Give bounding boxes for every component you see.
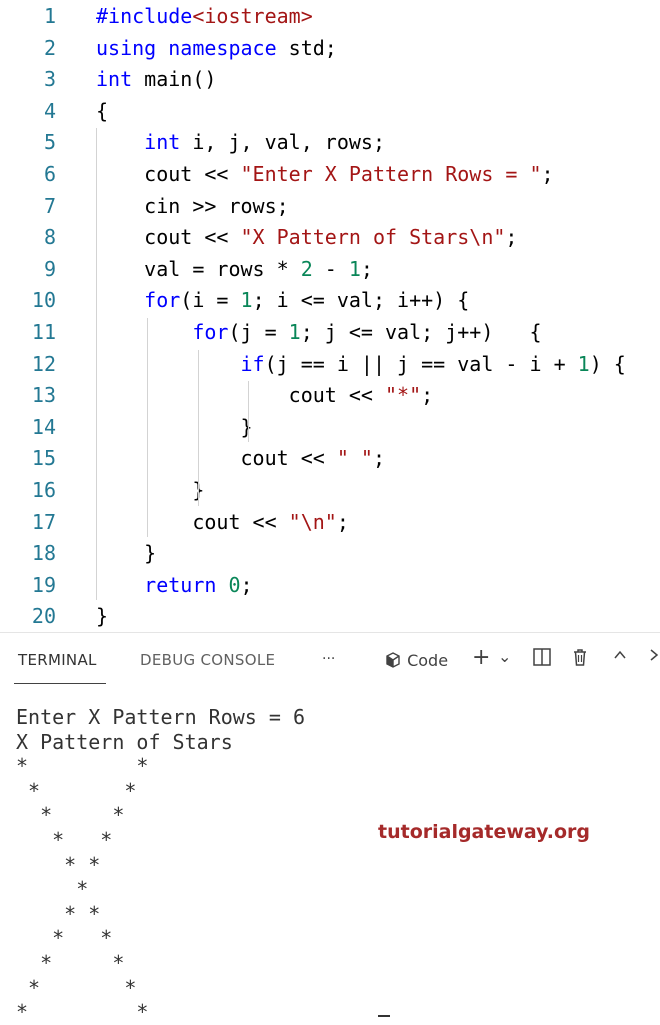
code-text: int main() bbox=[96, 67, 217, 92]
code-line[interactable]: 13 cout << "*"; bbox=[0, 379, 660, 411]
line-number: 1 bbox=[43, 4, 56, 28]
indent-guide bbox=[248, 381, 250, 443]
code-line[interactable]: 5 int i, j, val, rows; bbox=[0, 126, 660, 158]
code-text: for(i = 1; i <= val; i++) { bbox=[144, 288, 470, 313]
line-number: 20 bbox=[31, 604, 56, 629]
terminal-line: * * bbox=[16, 1000, 149, 1025]
code-line[interactable]: 20} bbox=[0, 600, 660, 632]
terminal-line: * * bbox=[16, 901, 101, 926]
line-number: 7 bbox=[43, 193, 56, 218]
terminal-line: * * bbox=[16, 975, 137, 1000]
watermark: tutorialgateway.org bbox=[378, 821, 591, 843]
line-number: 17 bbox=[31, 509, 56, 534]
code-line[interactable]: 18 } bbox=[0, 537, 660, 569]
code-text: cout << " "; bbox=[96, 446, 385, 471]
code-text: } bbox=[96, 541, 157, 566]
line-number: 6 bbox=[43, 162, 56, 186]
code-text: using namespace std; bbox=[96, 35, 337, 60]
terminal-profile-button[interactable]: Code bbox=[384, 651, 448, 670]
active-tab-indicator bbox=[14, 683, 106, 684]
code-line[interactable]: 8 cout << "X Pattern of Stars\n"; bbox=[0, 221, 660, 253]
terminal-line: * * bbox=[16, 827, 113, 852]
code-text: cin >> rows; bbox=[96, 193, 289, 218]
code-line[interactable]: 2 using namespace std; bbox=[0, 32, 660, 64]
line-number: 13 bbox=[31, 383, 56, 408]
terminal-line: * * bbox=[16, 803, 125, 828]
code-line[interactable]: 7 cin >> rows; bbox=[0, 190, 660, 222]
line-number: 10 bbox=[31, 288, 56, 313]
terminal-line: * * bbox=[16, 926, 113, 951]
code-line[interactable]: 17 cout << "\n"; bbox=[0, 506, 660, 538]
terminal-output[interactable]: Enter X Pattern Rows = 6X Pattern of Sta… bbox=[16, 705, 305, 1025]
code-text: for(j = 1; j <= val; j++) { bbox=[192, 320, 542, 344]
cube-icon bbox=[386, 652, 400, 668]
line-number: 14 bbox=[31, 414, 56, 439]
code-line[interactable]: 14 } bbox=[0, 411, 660, 443]
terminal-line: Enter X Pattern Rows = 6 bbox=[16, 705, 305, 729]
indent-guide bbox=[146, 318, 148, 538]
terminal-panel: TERMINAL DEBUG CONSOLE ··· Code + ⌄ Ente… bbox=[0, 632, 660, 1025]
code-text: int i, j, val, rows; bbox=[144, 130, 385, 155]
code-text: { bbox=[96, 98, 109, 123]
line-number: 4 bbox=[43, 98, 56, 123]
line-number: 2 bbox=[43, 35, 56, 60]
chevron-down-icon[interactable]: ⌄ bbox=[498, 647, 511, 666]
code-line[interactable]: 12 if(j == i || j == val - i + 1) { bbox=[0, 348, 660, 380]
indent-guide bbox=[197, 349, 199, 506]
indent-guide bbox=[96, 128, 97, 601]
more-icon[interactable]: ··· bbox=[322, 651, 335, 667]
code-text: val = rows * 2 - 1; bbox=[96, 256, 373, 281]
code-line[interactable]: 4{ bbox=[0, 95, 660, 127]
new-terminal-icon[interactable]: + bbox=[472, 645, 490, 670]
close-panel-icon[interactable] bbox=[648, 647, 660, 668]
line-number: 12 bbox=[31, 351, 56, 376]
code-text: return 0; bbox=[144, 572, 253, 597]
line-number: 3 bbox=[43, 67, 56, 92]
line-number: 11 bbox=[31, 320, 56, 344]
code-text: #include<iostream> bbox=[96, 4, 313, 28]
code-text: } bbox=[96, 414, 253, 439]
code-text: } bbox=[96, 478, 205, 502]
line-number: 9 bbox=[43, 256, 56, 281]
terminal-line: * bbox=[16, 877, 89, 902]
code-line[interactable]: 1 #include<iostream> bbox=[0, 0, 660, 32]
terminal-line: * * bbox=[16, 754, 149, 779]
code-text: } bbox=[96, 604, 109, 629]
line-number: 19 bbox=[31, 572, 56, 597]
code-text: if(j == i || j == val - i + 1) { bbox=[240, 351, 626, 376]
terminal-line: X Pattern of Stars bbox=[16, 729, 233, 754]
panel-tab-bar: TERMINAL DEBUG CONSOLE ··· Code + ⌄ bbox=[0, 633, 660, 691]
code-text: cout << "Enter X Pattern Rows = "; bbox=[96, 162, 554, 186]
line-number: 5 bbox=[43, 130, 56, 155]
terminal-line: * * bbox=[16, 778, 137, 803]
code-text: cout << "X Pattern of Stars\n"; bbox=[96, 225, 518, 250]
trash-icon[interactable] bbox=[570, 647, 590, 672]
split-terminal-icon[interactable] bbox=[532, 647, 552, 672]
code-line[interactable]: 10 for(i = 1; i <= val; i++) { bbox=[0, 284, 660, 316]
line-number: 18 bbox=[31, 541, 56, 566]
code-editor[interactable]: 1 #include<iostream> 2 using namespace std;… bbox=[0, 0, 660, 632]
line-number: 8 bbox=[43, 225, 56, 250]
terminal-cursor bbox=[378, 1015, 390, 1017]
line-number: 16 bbox=[31, 478, 56, 502]
code-line[interactable]: 9 val = rows * 2 - 1; bbox=[0, 253, 660, 285]
profile-label: Code bbox=[407, 651, 449, 670]
terminal-line: * * bbox=[16, 950, 125, 975]
code-line[interactable]: 16 } bbox=[0, 474, 660, 506]
terminal-line: * * bbox=[16, 852, 101, 877]
code-line[interactable]: 6 cout << "Enter X Pattern Rows = "; bbox=[0, 158, 660, 190]
code-line[interactable]: 19 return 0; bbox=[0, 569, 660, 601]
code-text: cout << "\n"; bbox=[96, 509, 349, 534]
code-line[interactable]: 15 cout << " "; bbox=[0, 442, 660, 474]
tab-terminal[interactable]: TERMINAL bbox=[18, 651, 97, 669]
line-number: 15 bbox=[31, 446, 56, 471]
tab-debug-console[interactable]: DEBUG CONSOLE bbox=[140, 651, 275, 669]
code-line[interactable]: 3 int main() bbox=[0, 63, 660, 95]
chevron-up-icon[interactable] bbox=[612, 647, 628, 668]
code-line[interactable]: 11 for(j = 1; j <= val; j++) { bbox=[0, 316, 660, 348]
